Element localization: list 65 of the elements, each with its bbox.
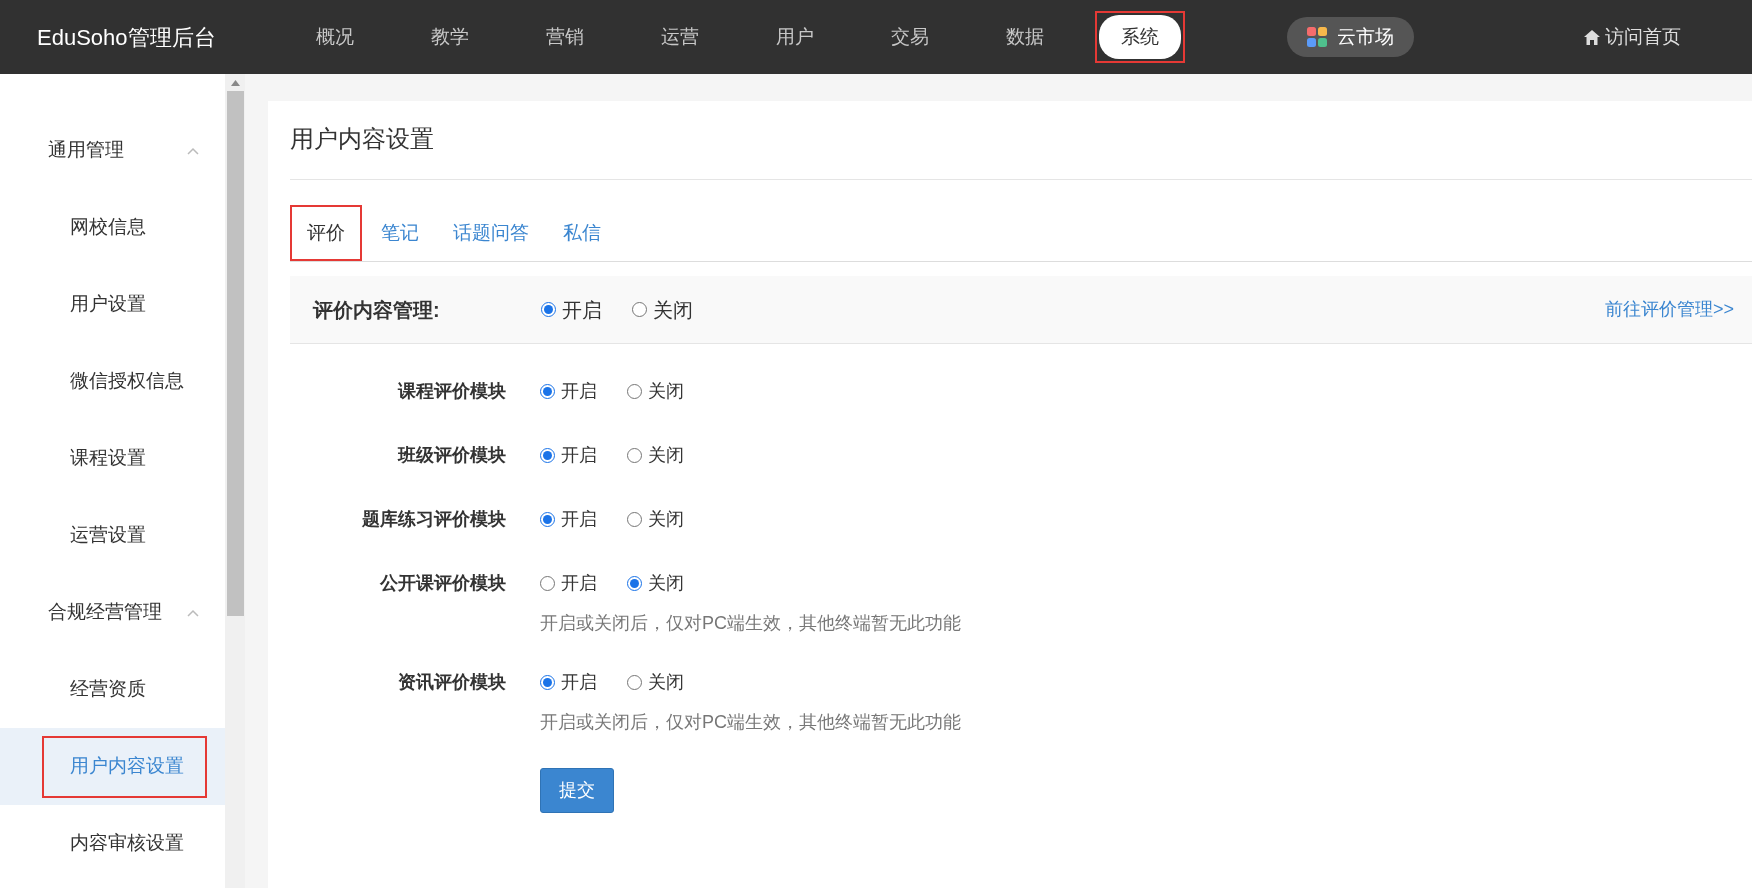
radio-button[interactable]	[627, 674, 642, 690]
radio-label: 关闭	[648, 670, 684, 694]
tab[interactable]: 评价	[290, 205, 362, 261]
nav-item[interactable]: 交易	[852, 0, 967, 74]
radio-button[interactable]	[627, 511, 642, 527]
sidebar-item[interactable]: 网校信息	[42, 196, 207, 259]
sidebar-item[interactable]: 运营设置	[42, 504, 207, 567]
sidebar-item[interactable]: 微信授权信息	[42, 350, 207, 413]
radio-button[interactable]	[540, 575, 555, 591]
radio-button[interactable]	[540, 447, 555, 463]
radio-label: 关闭	[648, 571, 684, 595]
radio-button[interactable]	[627, 575, 642, 591]
radio-label: 开启	[561, 443, 597, 467]
setting-label: 班级评价模块	[396, 443, 506, 467]
chevron-up-icon	[187, 608, 199, 617]
radio-button[interactable]	[540, 383, 555, 399]
radio-button[interactable]	[540, 511, 555, 527]
radio-label: 开启	[561, 571, 597, 595]
sidebar-item[interactable]: 课程设置	[42, 427, 207, 490]
sidebar-group-header[interactable]: 合规经营管理	[0, 574, 225, 651]
sidebar-group-header[interactable]: 通用管理	[0, 112, 225, 189]
radio-button[interactable]	[627, 447, 642, 463]
brand-title: EduSoho管理后台	[37, 23, 217, 52]
home-link[interactable]: 访问首页	[1584, 22, 1681, 52]
radio-button[interactable]	[541, 302, 556, 317]
setting-label: 题库练习评价模块	[361, 507, 506, 531]
radio-label: 关闭	[648, 379, 684, 403]
scroll-up-arrow-icon	[230, 80, 240, 86]
sidebar-item[interactable]: 用户设置	[42, 273, 207, 336]
nav-item[interactable]: 概况	[277, 0, 392, 74]
app-grid-icon	[1307, 27, 1327, 47]
nav-item[interactable]: 用户	[737, 0, 852, 74]
radio-label: 关闭	[653, 297, 693, 323]
submit-button[interactable]: 提交	[540, 768, 614, 813]
setting-label: 课程评价模块	[396, 379, 506, 403]
nav-item[interactable]: 运营	[622, 0, 737, 74]
scrollbar[interactable]	[225, 74, 245, 888]
scrollbar-thumb[interactable]	[226, 91, 244, 616]
nav-item[interactable]: 营销	[507, 0, 622, 74]
nav-item[interactable]: 数据	[967, 0, 1082, 74]
tab[interactable]: 私信	[548, 205, 616, 261]
page-title: 用户内容设置	[290, 121, 1752, 180]
radio-button[interactable]	[632, 302, 647, 317]
setting-label: 公开课评价模块	[379, 571, 506, 595]
chevron-up-icon	[187, 146, 199, 155]
section-label: 评价内容管理:	[313, 297, 441, 323]
sidebar-item[interactable]: 经营资质	[42, 658, 207, 721]
setting-label: 资讯评价模块	[397, 670, 506, 694]
help-text: 开启或关闭后，仅对PC端生效，其他终端暂无此功能	[540, 612, 962, 635]
radio-label: 开启	[562, 297, 602, 323]
radio-label: 开启	[561, 379, 597, 403]
market-button[interactable]: 云市场	[1287, 17, 1414, 57]
radio-label: 关闭	[648, 443, 684, 467]
radio-button[interactable]	[540, 674, 555, 690]
help-text: 开启或关闭后，仅对PC端生效，其他终端暂无此功能	[540, 711, 962, 734]
radio-label: 关闭	[648, 507, 684, 531]
sidebar-item[interactable]: 内容审核设置	[42, 812, 207, 875]
home-icon	[1584, 29, 1600, 45]
radio-button[interactable]	[627, 383, 642, 399]
radio-label: 开启	[561, 507, 597, 531]
tab[interactable]: 话题问答	[438, 205, 544, 261]
manage-reviews-link[interactable]: 前往评价管理>>	[1604, 296, 1734, 323]
radio-label: 开启	[561, 670, 597, 694]
nav-item[interactable]: 教学	[392, 0, 507, 74]
tab[interactable]: 笔记	[366, 205, 434, 261]
